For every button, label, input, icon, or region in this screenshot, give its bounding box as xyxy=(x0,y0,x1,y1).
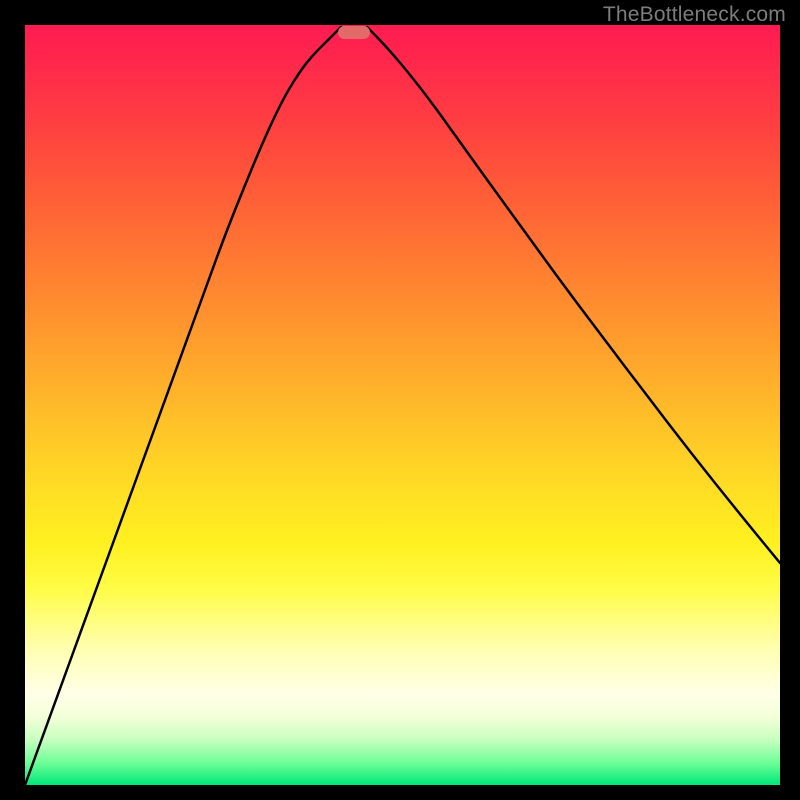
curve-right-branch xyxy=(367,27,780,563)
watermark-text: TheBottleneck.com xyxy=(603,3,786,27)
bottleneck-curve xyxy=(25,25,780,785)
curve-left-branch xyxy=(25,27,341,785)
optimum-marker xyxy=(338,26,370,39)
chart-plot-area xyxy=(25,25,780,785)
